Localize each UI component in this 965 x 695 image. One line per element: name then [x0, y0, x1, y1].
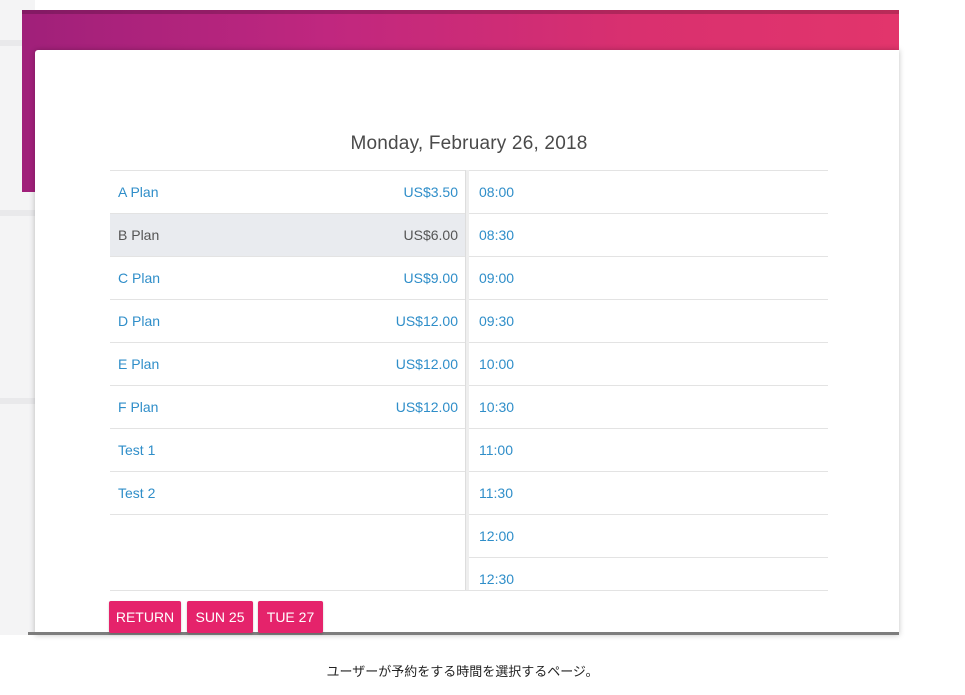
- plan-price: US$12.00: [395, 356, 458, 372]
- plan-name: B Plan: [118, 227, 160, 243]
- next-day-button[interactable]: TUE 27: [258, 601, 323, 633]
- time-slot-label: 09:30: [479, 313, 515, 329]
- time-slot-row[interactable]: 11:30: [469, 472, 828, 515]
- previous-day-button[interactable]: SUN 25: [187, 601, 253, 633]
- time-slot-label: 11:00: [479, 442, 513, 458]
- plan-price: US$3.50: [403, 184, 458, 200]
- plan-name: Test 1: [118, 442, 156, 458]
- plan-row[interactable]: F Plan US$12.00: [110, 386, 466, 429]
- time-slot-row[interactable]: 10:00: [469, 343, 828, 386]
- plan-name: Test 2: [118, 485, 156, 501]
- plan-name: C Plan: [118, 270, 161, 286]
- plan-row[interactable]: E Plan US$12.00: [110, 343, 466, 386]
- return-button[interactable]: RETURN: [109, 601, 181, 633]
- time-slot-label: 12:30: [479, 571, 515, 587]
- plan-row[interactable]: D Plan US$12.00: [110, 300, 466, 343]
- background-divider: [0, 398, 35, 404]
- plan-row[interactable]: Test 1: [110, 429, 466, 472]
- time-slot-label: 09:00: [479, 270, 515, 286]
- plan-list: A Plan US$3.50 B Plan US$6.00 C Plan US$9.00 D…: [110, 170, 466, 590]
- time-slot-label: 10:00: [479, 356, 515, 372]
- plan-row[interactable]: Test 2: [110, 472, 466, 515]
- time-slot-row[interactable]: 11:00: [469, 429, 828, 472]
- caption: ユーザーが予約をする時間を選択するページ。: [326, 665, 599, 680]
- time-slot-row[interactable]: 08:30: [469, 214, 828, 257]
- time-slot-row[interactable]: 10:30: [469, 386, 828, 429]
- time-slot-row[interactable]: 09:00: [469, 257, 828, 300]
- list-bottom-border: [110, 590, 828, 591]
- time-slot-label: 11:30: [479, 485, 513, 501]
- plan-name: D Plan: [118, 313, 161, 329]
- screenshot-stage: Monday, February 26, 2018 A Plan US$3.50 B…: [0, 0, 965, 695]
- time-slot-label: 08:00: [479, 184, 515, 200]
- time-slot-label: 08:30: [479, 227, 515, 243]
- plan-name: F Plan: [118, 399, 159, 415]
- background-divider: [0, 210, 35, 216]
- plan-name: E Plan: [118, 356, 160, 372]
- plan-name: A Plan: [118, 184, 159, 200]
- plan-row[interactable]: B Plan US$6.00: [110, 214, 466, 257]
- time-slot-row[interactable]: 12:30: [469, 558, 828, 590]
- plan-price: US$12.00: [395, 399, 458, 415]
- time-slot-list: 08:00 08:30 09:00 09:30 10:00 10:30 11:00 11:30…: [469, 170, 828, 590]
- plan-row[interactable]: C Plan US$9.00: [110, 257, 466, 300]
- time-slot-row[interactable]: 08:00: [469, 171, 828, 214]
- header-shadow: [22, 10, 899, 14]
- time-slot-row[interactable]: 12:00: [469, 515, 828, 558]
- plan-price: US$9.00: [403, 270, 458, 286]
- time-slot-label: 10:30: [479, 399, 515, 415]
- date-title: Monday, February 26, 2018: [350, 133, 588, 154]
- plan-price: US$6.00: [403, 227, 458, 243]
- plan-price: US$12.00: [395, 313, 458, 329]
- time-slot-label: 12:00: [479, 528, 515, 544]
- time-slot-row[interactable]: 09:30: [469, 300, 828, 343]
- plan-row[interactable]: A Plan US$3.50: [110, 171, 466, 214]
